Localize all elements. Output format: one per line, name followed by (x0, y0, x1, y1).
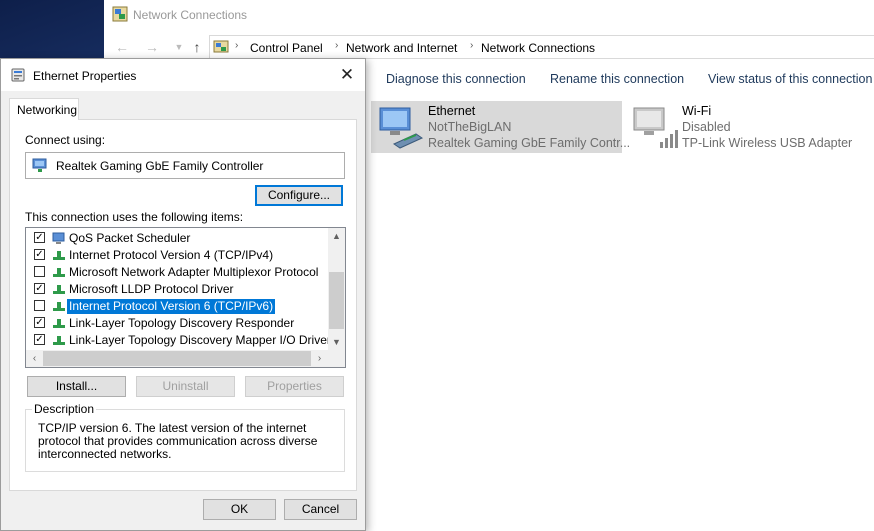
close-icon[interactable]: ✕ (337, 65, 357, 85)
item-checkbox[interactable] (34, 300, 45, 311)
connection-device: TP-Link Wireless USB Adapter (682, 136, 853, 150)
protocol-icon (53, 319, 65, 328)
wifi-adapter-icon (633, 107, 678, 148)
item-label: Link-Layer Topology Discovery Mapper I/O… (69, 333, 331, 347)
item-checkbox[interactable]: ✓ (34, 317, 45, 328)
description-group: Description TCP/IP version 6. The latest… (25, 402, 345, 472)
network-adapter-icon (32, 158, 47, 172)
list-item[interactable]: ✓ QoS Packet Scheduler (26, 230, 326, 247)
items-list[interactable]: ✓ QoS Packet Scheduler ✓ Internet Protoc… (25, 227, 346, 368)
connection-status: NotTheBigLAN (428, 120, 512, 134)
item-label: QoS Packet Scheduler (69, 231, 191, 245)
protocol-icon (53, 285, 65, 294)
back-arrow-icon[interactable]: ← (113, 38, 131, 56)
list-item[interactable]: Microsoft Network Adapter Multiplexor Pr… (26, 264, 326, 281)
description-legend: Description (32, 402, 97, 416)
dialog-title: Ethernet Properties (33, 69, 137, 83)
list-item[interactable]: ✓ Internet Protocol Version 4 (TCP/IPv4) (26, 247, 326, 264)
item-label: Internet Protocol Version 4 (TCP/IPv4) (69, 248, 274, 262)
tab-networking[interactable]: Networking (9, 98, 79, 120)
item-checkbox[interactable]: ✓ (34, 283, 45, 294)
connection-device: Realtek Gaming GbE Family Contr... (428, 136, 631, 150)
dialog-title-bar: Ethernet Properties ✕ (1, 59, 365, 91)
ethernet-properties-dialog: Ethernet Properties ✕ Networking Connect… (0, 58, 366, 531)
breadcrumb-separator-icon: › (335, 40, 339, 51)
item-label: Microsoft Network Adapter Multiplexor Pr… (69, 265, 319, 279)
list-item[interactable]: ✓ Microsoft LLDP Protocol Driver (26, 281, 326, 298)
breadcrumb-network-and-internet[interactable]: Network and Internet (346, 41, 457, 55)
items-label: This connection uses the following items… (25, 210, 244, 224)
diagnose-connection-button[interactable]: Diagnose this connection (386, 72, 526, 86)
protocol-icon (53, 251, 65, 260)
explorer-title: Network Connections (133, 8, 248, 22)
install-button[interactable]: Install... (27, 376, 126, 397)
network-connections-icon (112, 6, 128, 22)
vertical-scroll-thumb[interactable] (329, 272, 344, 329)
tab-label: Networking (17, 103, 78, 117)
connection-wifi[interactable]: Wi-Fi Disabled TP-Link Wireless USB Adap… (625, 101, 865, 153)
item-checkbox[interactable]: ✓ (34, 232, 45, 243)
view-status-button[interactable]: View status of this connection (708, 72, 872, 86)
breadcrumb-separator-icon: › (470, 40, 474, 51)
address-row: ← → ▼ ↑ › Control Panel › Network and In… (104, 34, 874, 60)
protocol-icon (53, 268, 65, 277)
item-checkbox[interactable] (34, 266, 45, 277)
breadcrumb-network-connections[interactable]: Network Connections (481, 41, 595, 55)
protocol-icon (53, 302, 65, 311)
scroll-right-icon[interactable]: › (311, 350, 328, 367)
up-arrow-icon[interactable]: ↑ (188, 38, 206, 56)
qos-scheduler-icon (52, 232, 65, 244)
rename-connection-button[interactable]: Rename this connection (550, 72, 684, 86)
ok-button[interactable]: OK (203, 499, 276, 520)
list-item[interactable]: ✓ Link-Layer Topology Discovery Mapper I… (26, 332, 331, 349)
breadcrumb-separator-icon: › (235, 40, 239, 51)
item-checkbox[interactable]: ✓ (34, 334, 45, 345)
adapter-name: Realtek Gaming GbE Family Controller (56, 159, 264, 173)
protocol-icon (53, 336, 65, 345)
list-item[interactable]: ✓ Link-Layer Topology Discovery Responde… (26, 315, 326, 332)
networking-tab-panel: Connect using: Realtek Gaming GbE Family… (9, 119, 357, 491)
list-item-selected[interactable]: Internet Protocol Version 6 (TCP/IPv6) (26, 298, 326, 315)
description-text: TCP/IP version 6. The latest version of … (38, 421, 318, 461)
scroll-up-icon[interactable]: ▲ (328, 228, 345, 245)
configure-button[interactable]: Configure... (255, 185, 343, 206)
properties-button[interactable]: Properties (245, 376, 344, 397)
horizontal-scrollbar[interactable]: ‹ › (26, 350, 345, 367)
scroll-left-icon[interactable]: ‹ (26, 350, 43, 367)
connection-ethernet[interactable]: Ethernet NotTheBigLAN Realtek Gaming GbE… (371, 101, 630, 153)
connection-name: Ethernet (428, 104, 476, 118)
scroll-down-icon[interactable]: ▼ (328, 334, 345, 351)
address-bar[interactable]: › Control Panel › Network and Internet ›… (209, 35, 874, 59)
vertical-scrollbar[interactable]: ▲ ▼ (328, 228, 345, 351)
cancel-button[interactable]: Cancel (284, 499, 357, 520)
connect-using-label: Connect using: (25, 133, 106, 147)
control-panel-icon (213, 40, 229, 53)
item-checkbox[interactable]: ✓ (34, 249, 45, 260)
item-label: Microsoft LLDP Protocol Driver (69, 282, 234, 296)
recent-locations-chevron-icon[interactable]: ▼ (170, 38, 188, 56)
forward-arrow-icon[interactable]: → (143, 38, 161, 56)
item-label: Internet Protocol Version 6 (TCP/IPv6) (65, 298, 277, 315)
connection-status: Disabled (682, 120, 731, 134)
adapter-field: Realtek Gaming GbE Family Controller (25, 152, 345, 179)
item-label: Link-Layer Topology Discovery Responder (69, 316, 295, 330)
ethernet-adapter-icon (379, 107, 424, 149)
uninstall-button[interactable]: Uninstall (136, 376, 235, 397)
breadcrumb-control-panel[interactable]: Control Panel (250, 41, 323, 55)
connection-name: Wi-Fi (682, 104, 712, 118)
explorer-title-bar: Network Connections (104, 0, 874, 31)
horizontal-scroll-thumb[interactable] (43, 351, 311, 366)
ethernet-properties-icon (11, 68, 25, 82)
